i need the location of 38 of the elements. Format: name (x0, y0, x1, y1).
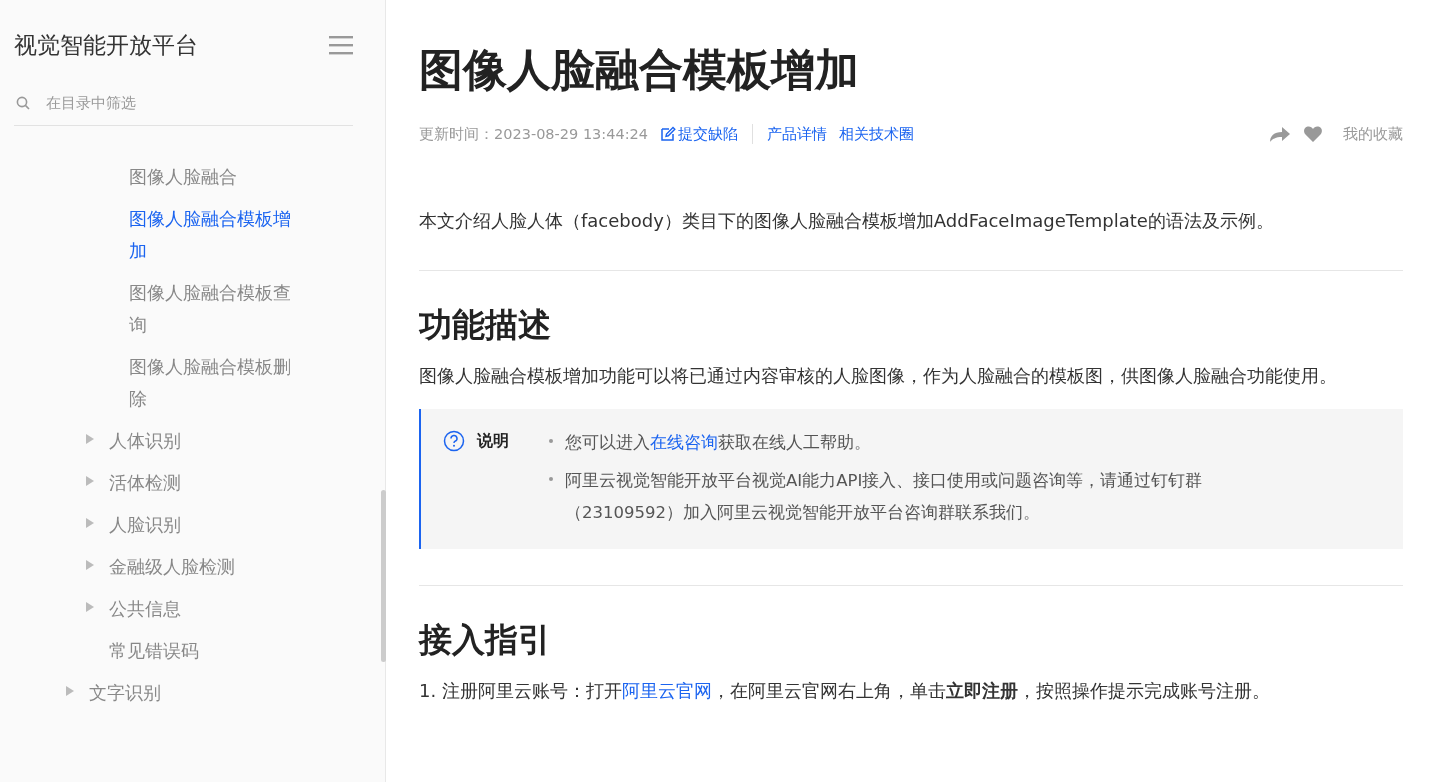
search-icon (16, 96, 30, 110)
meta-link[interactable]: 产品详情 (767, 124, 827, 144)
intro-text: 本文介绍人脸人体（facebody）类目下的图像人脸融合模板增加AddFaceImageTemplate的语法及示例。 (419, 209, 1275, 233)
menu-icon[interactable] (329, 35, 353, 55)
bullet-icon (549, 439, 553, 443)
paragraph: 图像人脸融合模板增加功能可以将已通过内容审核的人脸图像，作为人脸融合的模板图，供图像人脸融合功能使用。 (419, 364, 1338, 388)
update-time: 更新时间：2023-08-29 13:44:24 (419, 124, 648, 144)
section-heading: 接入指引 (419, 619, 552, 661)
search-field[interactable]: 在目录中筛选 (44, 93, 298, 113)
edit-icon (660, 126, 676, 142)
sidebar-item[interactable]: 图像人脸融合模板查询 (129, 277, 297, 341)
sidebar-item[interactable]: 金融级人脸检测 (109, 551, 277, 583)
sidebar-item[interactable]: 常见错误码 (109, 635, 277, 667)
sidebar-item[interactable]: 人脸识别 (109, 509, 277, 541)
text-link[interactable]: 阿里云官网 (621, 680, 712, 701)
help-icon (443, 430, 465, 452)
page-title: 图像人脸融合模板增加 (419, 43, 860, 97)
text-link[interactable]: 在线咨询 (650, 433, 718, 452)
favorite-link[interactable]: 我的收藏 (1343, 124, 1403, 144)
share-icon[interactable] (1269, 125, 1291, 143)
sidebar-item[interactable]: 人体识别 (109, 425, 277, 457)
sidebar-item[interactable]: 公共信息 (109, 593, 277, 625)
list-item: 阿里云视觉智能开放平台视觉AI能力API接入、接口使用或问题咨询等，请通过钉钉群（23109592）加入阿里云视觉智能开放平台咨询群联系我们。 (565, 470, 1204, 524)
sidebar-item[interactable]: 图像人脸融合 (129, 161, 297, 193)
sidebar-item[interactable]: 活体检测 (109, 467, 277, 499)
sidebar-item[interactable]: 文字识别 (89, 677, 257, 709)
sidebar-item[interactable]: 图像人脸融合模板删除 (129, 351, 297, 415)
report-link[interactable]: 提交缺陷 (660, 124, 738, 144)
list-item: 您可以进入在线咨询获取在线人工帮助。 (565, 432, 871, 454)
heart-icon[interactable] (1303, 125, 1323, 143)
scrollbar[interactable] (381, 490, 386, 662)
meta-link[interactable]: 相关技术圈 (839, 124, 914, 144)
note-label: 说明 (477, 430, 509, 452)
sidebar-title: 视觉智能开放平台 (14, 30, 198, 60)
step-text: 1. 注册阿里云账号：打开阿里云官网，在阿里云官网右上角，单击立即注册，按照操作提示完成账号注册。 (419, 679, 1271, 703)
bullet-icon (549, 477, 553, 481)
section-heading: 功能描述 (419, 304, 552, 346)
sidebar-item[interactable]: 图像人脸融合模板增加 (129, 203, 297, 267)
